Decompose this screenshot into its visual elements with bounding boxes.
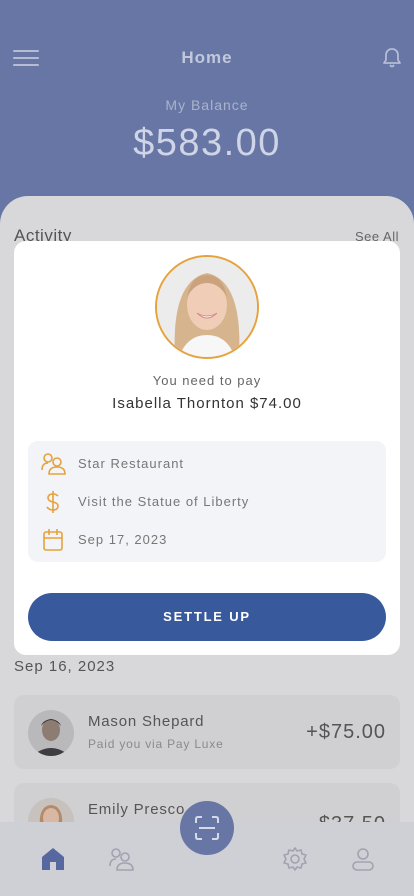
balance-label: My Balance <box>165 97 249 113</box>
calendar-icon <box>43 529 63 551</box>
avatar <box>155 255 259 359</box>
page-title: Home <box>181 48 233 67</box>
detail-row: Sep 17, 2023 <box>28 528 386 552</box>
group-icon <box>41 453 66 475</box>
home-icon[interactable] <box>40 846 66 872</box>
date-heading: Sep 16, 2023 <box>14 658 116 675</box>
settle-up-button[interactable]: SETTLE UP <box>28 593 386 641</box>
transaction-name: Emily Presco <box>88 801 186 818</box>
profile-icon[interactable] <box>350 846 376 872</box>
payment-details: Star Restaurant Visit the Statue of Libe… <box>28 441 386 562</box>
avatar <box>28 710 74 756</box>
transaction-amount: +$75.00 <box>306 721 386 743</box>
balance-amount: $583.00 <box>133 122 281 164</box>
detail-row: Visit the Statue of Liberty <box>28 490 386 514</box>
detail-text: Visit the Statue of Liberty <box>78 494 250 509</box>
pay-label: You need to pay <box>152 373 262 388</box>
transaction-name: Mason Shepard <box>88 713 205 730</box>
detail-text: Star Restaurant <box>78 456 185 471</box>
detail-row: Star Restaurant <box>28 452 386 476</box>
transaction-subtitle: Paid you via Pay Luxe <box>88 737 224 751</box>
detail-text: Sep 17, 2023 <box>78 532 168 547</box>
bell-icon[interactable] <box>381 46 403 70</box>
payee-amount: Isabella Thornton $74.00 <box>112 395 302 412</box>
friends-icon[interactable] <box>108 846 134 872</box>
payment-modal: You need to pay Isabella Thornton $74.00… <box>14 241 400 655</box>
scan-icon <box>195 816 219 840</box>
dollar-icon <box>46 491 59 513</box>
settings-icon[interactable] <box>282 846 308 872</box>
scan-button[interactable] <box>180 801 234 855</box>
transaction-row[interactable]: Mason Shepard Paid you via Pay Luxe +$75… <box>14 695 400 769</box>
